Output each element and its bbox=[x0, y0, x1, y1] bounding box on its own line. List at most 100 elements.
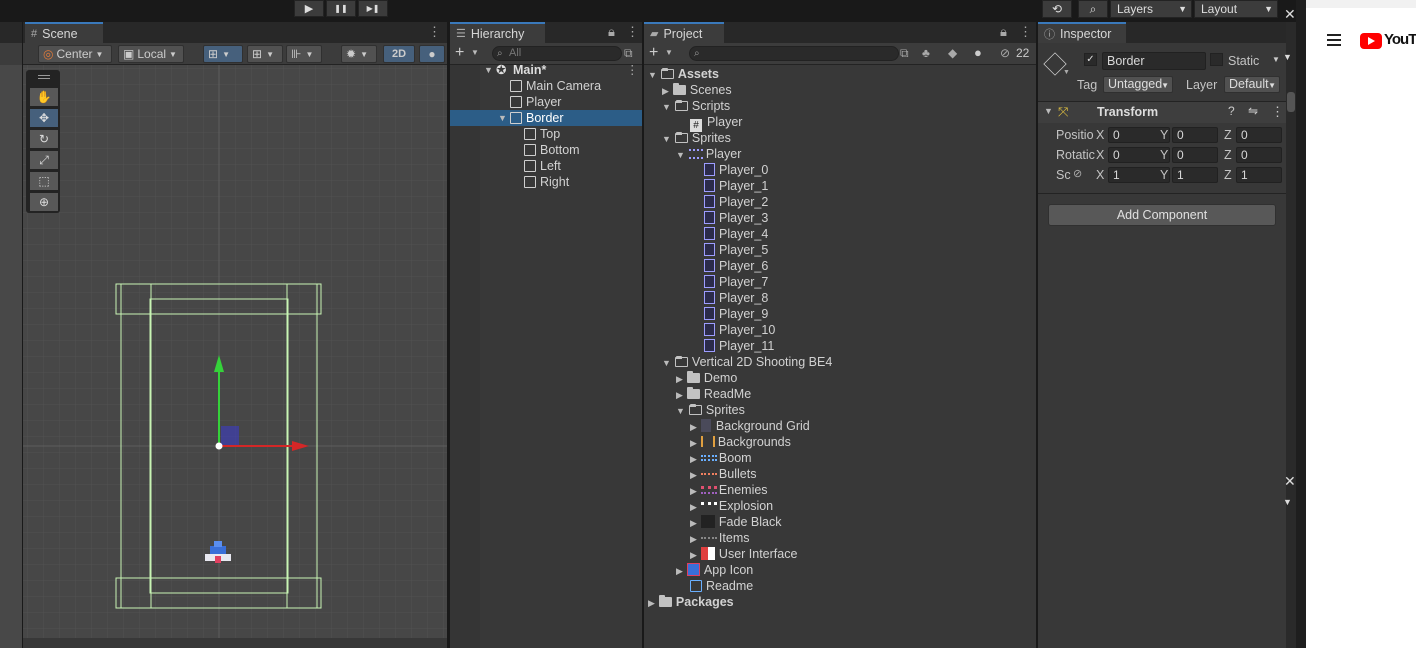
project-row[interactable]: ▶ Background Grid bbox=[690, 418, 810, 434]
hand-tool-button[interactable]: ✋ bbox=[30, 88, 58, 106]
project-row[interactable]: Player_10 bbox=[704, 322, 775, 338]
scene-viewport[interactable]: ✋ ✥ ↻ ⤢ ⬚ ⊕ bbox=[23, 65, 447, 638]
project-row[interactable]: ▶ Explosion bbox=[690, 498, 773, 514]
expand-arrow-icon[interactable]: ▶ bbox=[690, 550, 697, 560]
expand-arrow-icon[interactable]: ▶ bbox=[648, 598, 655, 608]
expand-arrow-icon[interactable]: ▼ bbox=[648, 70, 657, 80]
tab-hierarchy[interactable]: ☰ Hierarchy bbox=[450, 22, 545, 43]
close-icon[interactable]: ✕ bbox=[1284, 6, 1296, 23]
debug-dropdown[interactable]: ✹ ▼ bbox=[341, 45, 377, 63]
chevron-down-icon[interactable]: ▼ bbox=[1283, 497, 1292, 507]
2d-toggle[interactable]: 2D bbox=[383, 45, 415, 63]
filter-type-icon[interactable]: ♣ bbox=[922, 46, 930, 60]
expand-arrow-icon[interactable]: ▶ bbox=[690, 534, 697, 544]
expand-arrow-icon[interactable]: ▶ bbox=[676, 374, 683, 384]
expand-arrow-icon[interactable]: ▼ bbox=[676, 150, 685, 160]
position-z-field[interactable]: 0 bbox=[1236, 127, 1282, 143]
static-dropdown-arrow-icon[interactable]: ▼ bbox=[1272, 55, 1280, 64]
hierarchy-row[interactable]: Right bbox=[524, 174, 569, 190]
kebab-menu-icon[interactable]: ⋮ bbox=[1019, 24, 1032, 40]
project-row[interactable]: Player_3 bbox=[704, 210, 768, 226]
hierarchy-row[interactable]: Bottom bbox=[524, 142, 580, 158]
expand-arrow-icon[interactable]: ▶ bbox=[690, 454, 697, 464]
project-row[interactable]: ▶ Backgrounds bbox=[690, 434, 791, 450]
expand-arrow-icon[interactable]: ▶ bbox=[690, 486, 697, 496]
project-search-input[interactable]: ⌕ bbox=[689, 46, 899, 61]
project-row[interactable]: ▶ Packages bbox=[648, 594, 734, 610]
project-row[interactable]: ▼ Player bbox=[676, 146, 741, 162]
warning-icon[interactable]: ● bbox=[974, 45, 982, 60]
expand-arrow-icon[interactable]: ▶ bbox=[676, 390, 683, 400]
close-icon[interactable]: ✕ bbox=[1284, 473, 1296, 490]
transform-header[interactable]: ▼ ⤧ Transform ? ⇋ ⋮ bbox=[1038, 102, 1286, 123]
project-row[interactable]: ▶ User Interface bbox=[690, 546, 797, 562]
preset-icon[interactable]: ⇋ bbox=[1248, 104, 1258, 118]
scale-z-field[interactable]: 1 bbox=[1236, 167, 1282, 183]
hierarchy-row[interactable]: Top bbox=[524, 126, 560, 142]
layers-dropdown[interactable]: Layers ▼ bbox=[1110, 0, 1192, 18]
expand-arrow-icon[interactable]: ▼ bbox=[498, 110, 507, 126]
object-name-input[interactable]: Border bbox=[1102, 52, 1206, 70]
tab-scene[interactable]: # Scene bbox=[25, 22, 103, 43]
project-row[interactable]: ▼ Assets bbox=[648, 66, 719, 82]
tag-dropdown[interactable]: Untagged ▼ bbox=[1103, 76, 1173, 93]
project-row[interactable]: ▶ Bullets bbox=[690, 466, 756, 482]
layout-dropdown[interactable]: Layout ▼ bbox=[1194, 0, 1278, 18]
search-settings-icon[interactable]: ⧉ bbox=[900, 46, 909, 61]
project-row[interactable]: Player_11 bbox=[704, 338, 774, 354]
scrollbar-thumb[interactable] bbox=[1287, 92, 1295, 112]
project-row[interactable]: Player_1 bbox=[704, 178, 768, 194]
hierarchy-row[interactable]: Player bbox=[510, 94, 561, 110]
expand-arrow-icon[interactable]: ▶ bbox=[662, 86, 669, 96]
project-row[interactable]: ▶ Demo bbox=[676, 370, 737, 386]
project-row[interactable]: ▶ App Icon bbox=[676, 562, 753, 578]
kebab-menu-icon[interactable]: ⋮ bbox=[626, 24, 639, 40]
snap-toggle[interactable]: ⊞ ▼ bbox=[203, 45, 243, 63]
expand-arrow-icon[interactable]: ▼ bbox=[662, 102, 671, 112]
increment-snap-dropdown[interactable]: ⊪ ▼ bbox=[286, 45, 322, 63]
rotation-y-field[interactable]: 0 bbox=[1172, 147, 1218, 163]
expand-arrow-icon[interactable]: ▼ bbox=[676, 406, 685, 416]
expand-arrow-icon[interactable]: ▼ bbox=[484, 62, 493, 78]
project-row[interactable]: Player_5 bbox=[704, 242, 768, 258]
collapse-arrow-icon[interactable]: ▼ bbox=[1044, 106, 1053, 116]
rotation-z-field[interactable]: 0 bbox=[1236, 147, 1282, 163]
add-button[interactable]: + bbox=[455, 44, 464, 62]
layer-dropdown[interactable]: Default ▼ bbox=[1224, 76, 1280, 93]
expand-arrow-icon[interactable]: ▶ bbox=[676, 566, 683, 576]
lighting-toggle[interactable]: ● bbox=[419, 45, 445, 63]
hierarchy-row-selected[interactable]: ▼ Border bbox=[450, 110, 642, 126]
project-row[interactable]: Player_7 bbox=[704, 274, 768, 290]
step-button[interactable]: ▶❚ bbox=[358, 0, 388, 17]
project-row[interactable]: ▶ Enemies bbox=[690, 482, 768, 498]
scene-visibility-icon[interactable]: ⧉ bbox=[624, 46, 633, 61]
expand-arrow-icon[interactable]: ▶ bbox=[690, 518, 697, 528]
inspector-scrollbar[interactable] bbox=[1286, 22, 1296, 648]
expand-arrow-icon[interactable]: ▼ bbox=[662, 358, 671, 368]
pivot-dropdown[interactable]: ◎ Center ▼ bbox=[38, 45, 112, 63]
position-y-field[interactable]: 0 bbox=[1172, 127, 1218, 143]
tab-project[interactable]: ▰ Project bbox=[644, 22, 724, 43]
project-row[interactable]: ▼ Scripts bbox=[662, 98, 730, 114]
static-checkbox[interactable] bbox=[1210, 53, 1223, 66]
hierarchy-row-scene[interactable]: ▼ ✪ Main* ⋮ bbox=[450, 62, 642, 78]
hidden-eye-icon[interactable]: ⊘ bbox=[1000, 46, 1010, 60]
project-row[interactable]: # Player bbox=[690, 114, 742, 132]
chevron-down-icon[interactable]: ▼ bbox=[1283, 52, 1292, 62]
project-row[interactable]: ▶ Boom bbox=[690, 450, 752, 466]
active-checkbox[interactable]: ✓ bbox=[1084, 53, 1097, 66]
project-row[interactable]: ▶ Scenes bbox=[662, 82, 732, 98]
hierarchy-row[interactable]: Left bbox=[524, 158, 561, 174]
project-row[interactable]: ▶ Items bbox=[690, 530, 749, 546]
constrain-link-icon[interactable]: ⊘ bbox=[1073, 167, 1082, 180]
lock-icon[interactable]: 🔒︎ bbox=[608, 24, 615, 40]
space-dropdown[interactable]: ▣ Local ▼ bbox=[118, 45, 184, 63]
rotate-tool-button[interactable]: ↻ bbox=[30, 130, 58, 148]
project-row[interactable]: Player_6 bbox=[704, 258, 768, 274]
hierarchy-row[interactable]: Main Camera bbox=[510, 78, 601, 94]
tab-inspector[interactable]: ⓘ Inspector bbox=[1038, 22, 1126, 43]
project-row[interactable]: ▶ Fade Black bbox=[690, 514, 781, 530]
menu-icon[interactable] bbox=[1327, 34, 1341, 36]
project-row[interactable]: Player_9 bbox=[704, 306, 768, 322]
add-button[interactable]: + bbox=[649, 44, 658, 62]
